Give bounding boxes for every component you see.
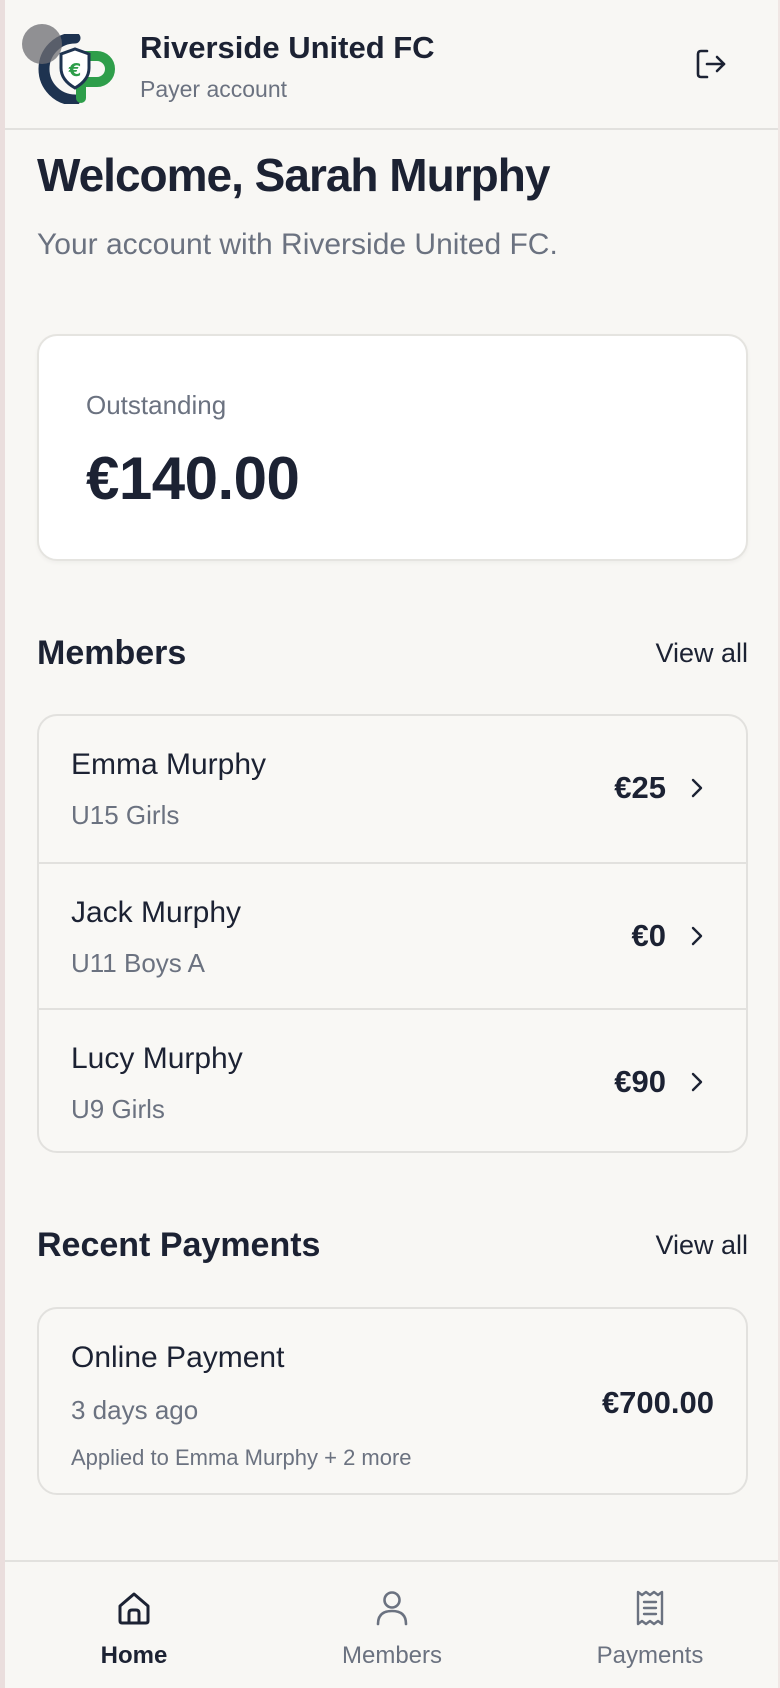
member-balance: €25 — [614, 770, 666, 805]
chevron-right-icon — [691, 1072, 703, 1092]
nav-members[interactable]: Members — [263, 1562, 521, 1688]
user-icon — [376, 1591, 408, 1626]
payment-date: 3 days ago — [71, 1395, 199, 1425]
member-balance: €90 — [614, 1064, 666, 1099]
payments-view-all-link[interactable]: View all — [655, 1230, 748, 1261]
payment-item[interactable]: Online Payment 3 days ago Applied to Emm… — [37, 1307, 748, 1495]
member-name: Jack Murphy — [71, 896, 242, 929]
app-screen: € Riverside United FC Payer account Welc… — [0, 0, 780, 1688]
nav-payments[interactable]: Payments — [521, 1562, 779, 1688]
left-edge — [0, 0, 5, 1688]
home-icon — [118, 1592, 150, 1625]
bottom-nav: Home Members Payments — [5, 1560, 778, 1688]
members-section-title: Members — [37, 634, 187, 672]
payment-applied-to: Applied to Emma Murphy + 2 more — [71, 1445, 412, 1470]
svg-text:€: € — [68, 60, 82, 81]
logout-icon[interactable] — [693, 46, 729, 82]
members-view-all-link[interactable]: View all — [655, 638, 748, 669]
nav-home-label: Home — [100, 1642, 168, 1669]
members-list: Emma Murphy U15 Girls €25 Jack Murphy U1… — [37, 714, 748, 1153]
member-row-jack[interactable]: Jack Murphy U11 Boys A €0 — [39, 862, 746, 1008]
member-balance: €0 — [631, 918, 666, 953]
nav-members-label: Members — [341, 1642, 443, 1669]
payments-section-title: Recent Payments — [37, 1226, 321, 1264]
nav-payments-label: Payments — [596, 1642, 704, 1669]
member-name: Emma Murphy — [71, 748, 267, 781]
member-row-emma[interactable]: Emma Murphy U15 Girls €25 — [39, 716, 746, 862]
chevron-right-icon — [691, 778, 703, 798]
payment-amount: €700.00 — [601, 1385, 714, 1420]
member-team: U15 Girls — [71, 800, 180, 830]
touch-indicator — [22, 24, 62, 64]
member-team: U9 Girls — [71, 1094, 165, 1124]
welcome-subtitle: Your account with Riverside United FC. — [37, 228, 558, 261]
account-type-label: Payer account — [140, 76, 288, 102]
member-row-lucy[interactable]: Lucy Murphy U9 Girls €90 — [39, 1008, 746, 1151]
club-name: Riverside United FC — [140, 30, 435, 65]
payment-title: Online Payment — [71, 1341, 285, 1374]
chevron-right-icon — [691, 926, 703, 946]
receipt-icon — [636, 1590, 664, 1626]
outstanding-card: Outstanding €140.00 — [37, 334, 748, 561]
outstanding-amount: €140.00 — [86, 445, 300, 512]
outstanding-label: Outstanding — [86, 390, 227, 420]
app-header: € Riverside United FC Payer account — [5, 0, 778, 130]
member-team: U11 Boys A — [71, 948, 205, 978]
member-name: Lucy Murphy — [71, 1042, 243, 1075]
welcome-title: Welcome, Sarah Murphy — [37, 149, 550, 201]
nav-home[interactable]: Home — [5, 1562, 263, 1688]
